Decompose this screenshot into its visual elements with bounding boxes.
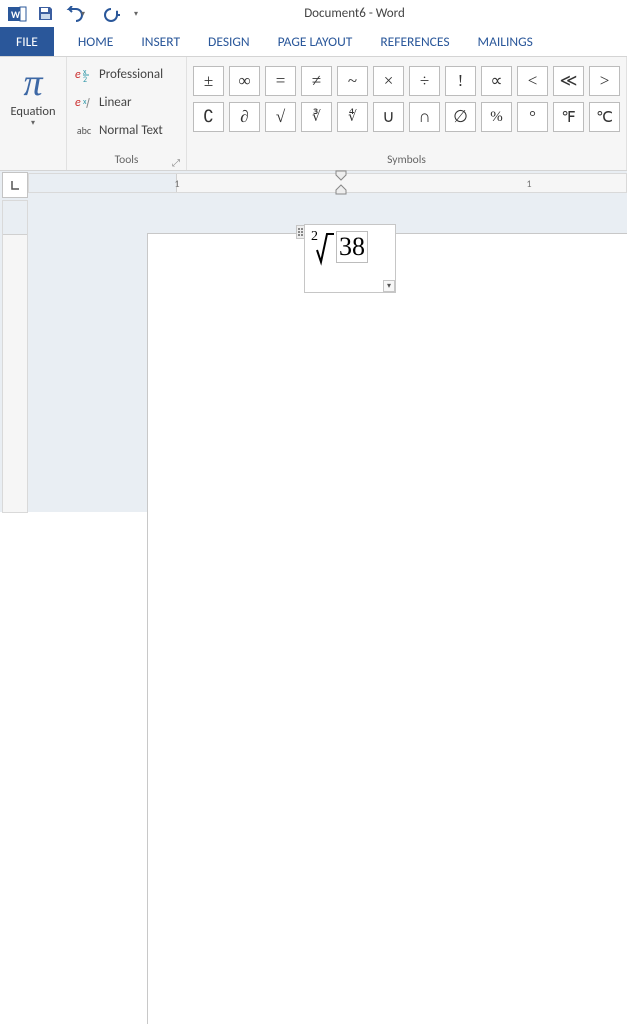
- professional-button[interactable]: ex2 Professional: [73, 60, 180, 88]
- qat-customize-icon[interactable]: ▾: [134, 9, 142, 19]
- symbol-degree[interactable]: °: [517, 102, 548, 132]
- symbols-group-label: Symbols: [387, 153, 426, 167]
- symbol-divide[interactable]: ÷: [409, 66, 440, 96]
- equation-dropdown-icon[interactable]: ▾: [383, 280, 395, 292]
- symbol-not-equal[interactable]: ≠: [301, 66, 332, 96]
- symbol-times[interactable]: ×: [373, 66, 404, 96]
- tab-selector[interactable]: [2, 172, 28, 198]
- linear-button[interactable]: ex Linear: [73, 88, 180, 116]
- linear-label: Linear: [99, 95, 132, 110]
- symbol-percent[interactable]: %: [481, 102, 512, 132]
- symbol-tilde[interactable]: ~: [337, 66, 368, 96]
- symbol-cbrt[interactable]: ∛: [301, 102, 332, 132]
- symbol-less-than[interactable]: <: [517, 66, 548, 96]
- indent-marker-icon[interactable]: [335, 170, 347, 196]
- abc-icon: abc: [75, 121, 93, 139]
- tab-references[interactable]: REFERENCES: [366, 27, 463, 56]
- tab-home[interactable]: HOME: [64, 27, 127, 56]
- symbol-infinity[interactable]: ∞: [229, 66, 260, 96]
- symbol-complement[interactable]: ∁: [193, 102, 224, 132]
- symbol-sqrt[interactable]: √: [265, 102, 296, 132]
- svg-text:e: e: [75, 96, 81, 110]
- ruler-right-number: 1: [526, 177, 531, 190]
- ribbon-group-equation: π Equation ▾: [0, 57, 67, 170]
- svg-text:e: e: [75, 68, 81, 82]
- redo-button[interactable]: [96, 2, 126, 26]
- tab-mailings[interactable]: MAILINGS: [464, 27, 547, 56]
- symbol-proportional[interactable]: ∝: [481, 66, 512, 96]
- svg-text:W: W: [11, 8, 21, 21]
- symbols-row-1: ± ∞ = ≠ ~ × ÷ ! ∝ < ≪ >: [193, 66, 620, 96]
- svg-text:x: x: [83, 97, 87, 107]
- horizontal-ruler[interactable]: 1 1: [28, 173, 627, 193]
- save-button[interactable]: [32, 2, 58, 26]
- normal-text-label: Normal Text: [99, 123, 163, 138]
- ribbon-group-tools: ex2 Professional ex Linear abc Normal Te…: [67, 57, 187, 170]
- symbol-intersection[interactable]: ∩: [409, 102, 440, 132]
- tab-file[interactable]: FILE: [0, 27, 54, 56]
- ruler-left-number: 1: [174, 177, 179, 190]
- chevron-down-icon[interactable]: ▾: [81, 9, 89, 19]
- radical-icon: [316, 228, 334, 266]
- tab-page-layout[interactable]: PAGE LAYOUT: [264, 27, 367, 56]
- ex-linear-icon: ex: [75, 93, 93, 111]
- equation-index[interactable]: 2: [311, 229, 318, 245]
- symbol-fahrenheit[interactable]: ℉: [553, 102, 584, 132]
- ribbon: π Equation ▾ ex2 Professional ex Linear …: [0, 57, 627, 171]
- equation-grip-icon[interactable]: [296, 225, 305, 239]
- symbol-equals[interactable]: =: [265, 66, 296, 96]
- ribbon-group-symbols: ± ∞ = ≠ ~ × ÷ ! ∝ < ≪ > ∁ ∂ √ ∛ ∜ ∪ ∩: [187, 57, 627, 170]
- chevron-down-icon[interactable]: ▾: [31, 118, 35, 128]
- vertical-ruler[interactable]: [2, 200, 28, 513]
- ex-professional-icon: ex2: [75, 65, 93, 83]
- normal-text-button[interactable]: abc Normal Text: [73, 116, 180, 144]
- professional-label: Professional: [99, 67, 163, 82]
- symbol-factorial[interactable]: !: [445, 66, 476, 96]
- tab-design[interactable]: DESIGN: [194, 27, 264, 56]
- equation-content[interactable]: 2 38: [311, 225, 368, 269]
- pi-icon: π: [23, 66, 42, 100]
- symbol-celsius[interactable]: ℃: [589, 102, 620, 132]
- tools-group-label: Tools: [115, 153, 139, 167]
- ribbon-tabs: FILE HOME INSERT DESIGN PAGE LAYOUT REFE…: [0, 27, 627, 57]
- tools-launcher-icon[interactable]: ⤢: [169, 155, 183, 169]
- symbol-plus-minus[interactable]: ±: [193, 66, 224, 96]
- equation-label: Equation: [10, 104, 55, 119]
- equation-placeholder[interactable]: 2 38 ▾: [304, 224, 396, 293]
- symbol-union[interactable]: ∪: [373, 102, 404, 132]
- symbol-empty-set[interactable]: ∅: [445, 102, 476, 132]
- page[interactable]: [147, 233, 627, 1024]
- window-title: Document6 - Word: [142, 6, 567, 21]
- symbol-partial[interactable]: ∂: [229, 102, 260, 132]
- word-icon: W: [4, 2, 30, 26]
- equation-button[interactable]: π Equation ▾: [10, 60, 55, 128]
- tab-insert[interactable]: INSERT: [127, 27, 194, 56]
- ruler-area: 1 1: [0, 171, 627, 199]
- equation-radicand[interactable]: 38: [339, 232, 365, 261]
- symbol-4root[interactable]: ∜: [337, 102, 368, 132]
- symbol-much-less[interactable]: ≪: [553, 66, 584, 96]
- symbol-greater-than[interactable]: >: [589, 66, 620, 96]
- svg-text:2: 2: [83, 75, 87, 82]
- symbols-row-2: ∁ ∂ √ ∛ ∜ ∪ ∩ ∅ % ° ℉ ℃: [193, 102, 620, 132]
- undo-button[interactable]: ▾: [60, 2, 94, 26]
